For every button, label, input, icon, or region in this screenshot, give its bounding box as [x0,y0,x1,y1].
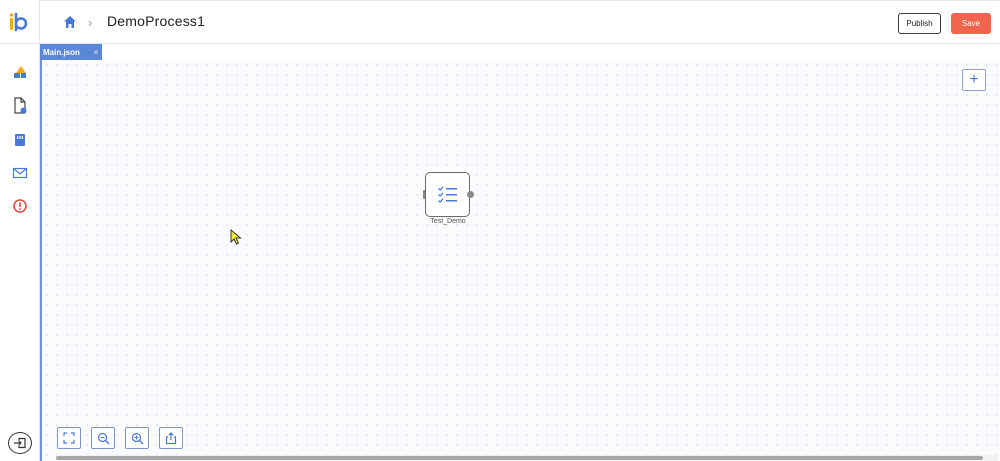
page-title: DemoProcess1 [107,13,206,29]
tab-close-icon[interactable]: × [91,46,101,58]
plus-icon: + [969,71,979,88]
storage-icon[interactable] [10,130,30,150]
alert-icon[interactable] [10,196,30,216]
app-window: › DemoProcess1 Publish Save Main.json × … [0,0,1000,461]
sidebar [0,0,40,461]
zoom-out-button[interactable] [91,427,115,449]
zoom-out-icon [97,432,109,444]
add-button[interactable]: + [962,69,986,91]
horizontal-scrollbar[interactable] [56,455,998,461]
breadcrumb-separator: › [88,15,93,30]
sidebar-divider [0,43,40,44]
shapes-icon[interactable] [10,62,30,82]
fit-screen-button[interactable] [57,427,81,449]
mail-icon[interactable] [10,163,30,183]
mouse-cursor-icon [230,229,242,245]
fit-screen-icon [63,432,75,444]
process-canvas[interactable]: + Test_Demo [40,60,1000,461]
zoom-in-icon [131,432,143,444]
tab-label: Main.json [43,47,80,57]
zoom-in-button[interactable] [125,427,149,449]
export-button[interactable] [159,427,183,449]
node-label: Test_Demo [430,218,466,225]
process-node[interactable] [425,172,470,217]
tab-strip: Main.json × [40,44,1000,60]
document-settings-icon[interactable] [10,96,30,116]
scrollbar-thumb[interactable] [56,456,983,460]
export-icon [165,431,177,444]
header-bar: › DemoProcess1 Publish Save [40,0,1000,44]
node-output-port[interactable] [467,191,474,198]
exit-icon[interactable] [8,432,32,454]
publish-button[interactable]: Publish [898,13,941,34]
home-icon[interactable] [62,14,78,30]
logo-icon[interactable] [8,12,32,34]
save-button[interactable]: Save [951,13,991,34]
checklist-icon [437,185,457,203]
